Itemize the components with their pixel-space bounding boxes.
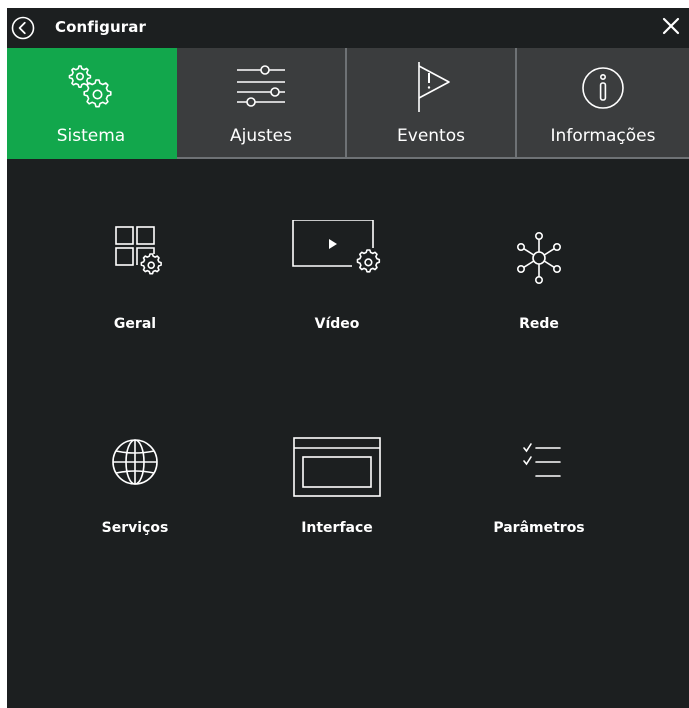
- close-icon[interactable]: [659, 14, 683, 38]
- tab-bar: Sistema Ajustes Eventos Informações: [7, 48, 689, 161]
- menu-label-interface: Interface: [301, 520, 373, 536]
- info-icon: [582, 67, 624, 109]
- tab-informacoes[interactable]: Informações: [517, 48, 689, 159]
- menu-item-geral[interactable]: Geral: [45, 220, 225, 350]
- tab-sistema[interactable]: Sistema: [7, 48, 177, 159]
- tab-ajustes[interactable]: Ajustes: [177, 48, 347, 159]
- title-bar: Configurar: [7, 8, 689, 48]
- menu-item-rede[interactable]: Rede: [449, 220, 629, 350]
- menu-label-rede: Rede: [519, 316, 559, 332]
- menu-item-parametros[interactable]: Parâmetros: [449, 424, 629, 554]
- network-icon: [516, 232, 561, 284]
- flag-alert-icon: [418, 62, 450, 112]
- menu-item-interface[interactable]: Interface: [247, 424, 427, 554]
- config-window: Configurar Sistema Ajustes Eventos Infor…: [7, 8, 689, 708]
- sliders-icon: [237, 65, 285, 107]
- grid-gear-icon: [115, 226, 162, 275]
- tab-label-eventos: Eventos: [397, 126, 465, 146]
- menu-label-parametros: Parâmetros: [493, 520, 585, 536]
- tab-label-sistema: Sistema: [56, 126, 126, 146]
- menu-item-servicos[interactable]: Serviços: [45, 424, 225, 554]
- tab-label-ajustes: Ajustes: [230, 126, 292, 146]
- video-gear-icon: [292, 220, 381, 273]
- checklist-icon: [523, 443, 561, 477]
- menu-item-video[interactable]: Vídeo: [247, 220, 427, 350]
- gears-icon: [68, 65, 112, 108]
- window-title: Configurar: [55, 18, 146, 36]
- tab-eventos[interactable]: Eventos: [347, 48, 517, 159]
- menu-label-video: Vídeo: [314, 316, 360, 332]
- menu-label-geral: Geral: [113, 316, 157, 332]
- menu-label-servicos: Serviços: [101, 520, 169, 536]
- window-icon: [293, 437, 381, 497]
- back-icon[interactable]: [11, 16, 35, 40]
- globe-icon: [112, 439, 158, 485]
- tab-label-informacoes: Informações: [550, 126, 656, 146]
